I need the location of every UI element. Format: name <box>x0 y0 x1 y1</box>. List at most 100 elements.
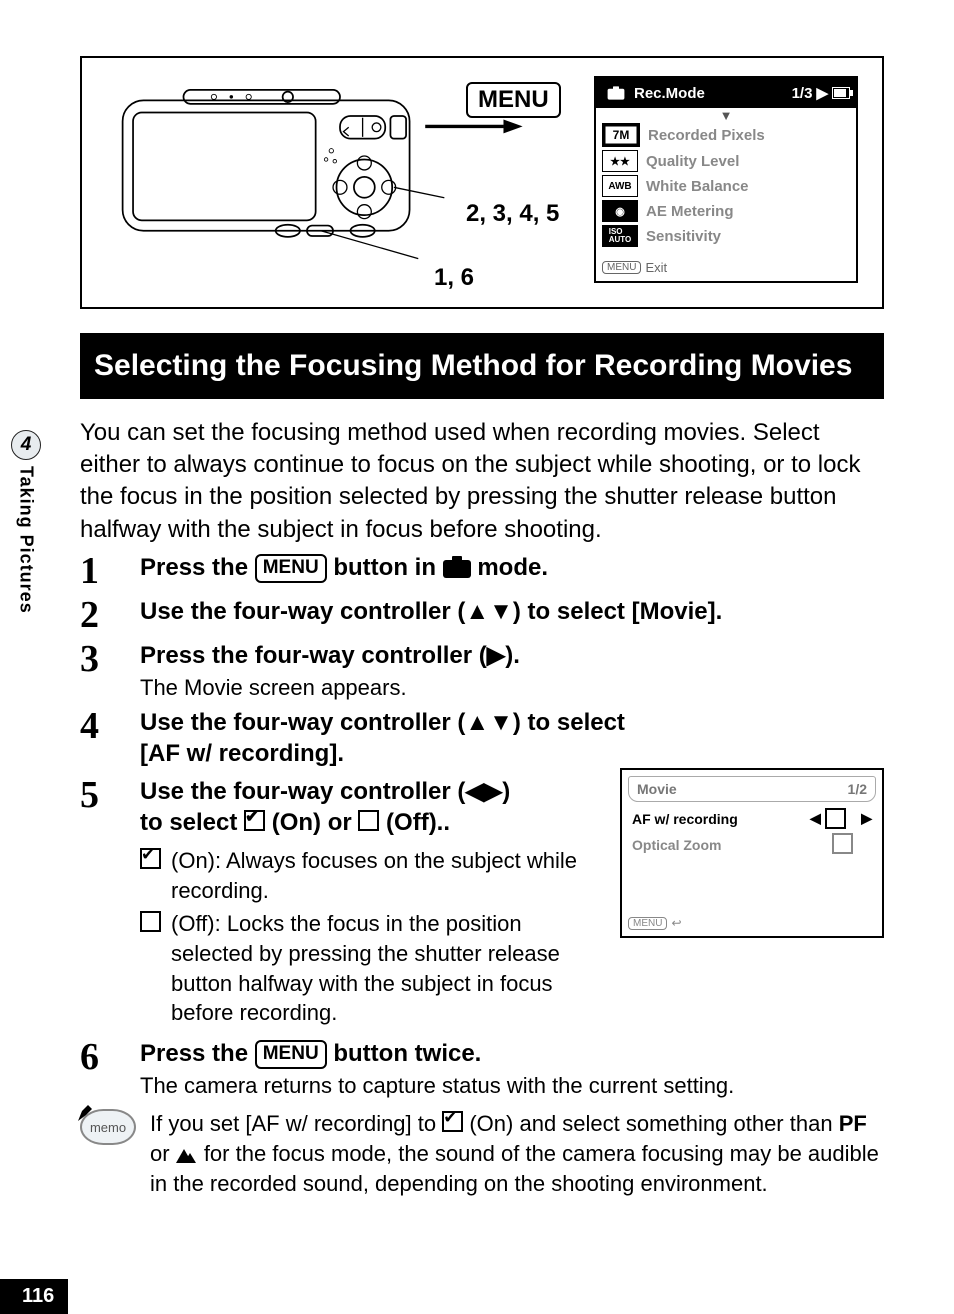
lcd-movie-titlebar: Movie 1/2 <box>628 776 876 802</box>
bullet-lead <box>140 909 161 1028</box>
left-arrow-icon: ◀ <box>810 810 821 827</box>
step-sub: The Movie screen appears. <box>140 675 884 701</box>
lcd-row: 7M Recorded Pixels <box>602 123 850 147</box>
lcd-row-icon: ◉ <box>602 200 638 222</box>
text: or <box>150 1141 176 1166</box>
step-number: 3 <box>80 640 116 678</box>
step: 6 Press the MENU button twice. The camer… <box>80 1038 884 1099</box>
text: to select <box>140 809 244 836</box>
step-number: 1 <box>80 552 116 590</box>
menu-badge-icon: MENU <box>628 917 667 930</box>
intro-paragraph: You can set the focusing method used whe… <box>80 417 884 547</box>
return-arrow-icon: ↩ <box>671 916 681 930</box>
lcd-row-icon: ISOAUTO <box>602 225 638 247</box>
step-number: 6 <box>80 1038 116 1076</box>
text: button in <box>333 554 442 581</box>
step: 3 Press the four-way controller (▶). The… <box>80 640 884 701</box>
checkbox-off-icon <box>825 808 846 829</box>
capture-mode-icon <box>443 556 471 578</box>
lcd-exit-label: Exit <box>645 260 667 275</box>
step: 4 Use the four-way controller (▲▼) to se… <box>80 707 884 769</box>
step-number: 4 <box>80 707 116 745</box>
step-title: Press the four-way controller (▶). <box>140 640 884 671</box>
step: 2 Use the four-way controller (▲▼) to se… <box>80 596 884 634</box>
text: (On) and select something other than <box>469 1111 838 1136</box>
lcd-movie-title: Movie <box>637 781 677 797</box>
lcd-movie-row: Optical Zoom <box>622 831 882 858</box>
menu-button-label: MENU <box>255 1040 327 1069</box>
step-title: Press the MENU button twice. <box>140 1038 884 1069</box>
lead-16: 1, 6 <box>434 264 474 292</box>
lcd-row-label: Recorded Pixels <box>648 127 765 144</box>
lcd-recmode-foot: MENU Exit <box>596 258 856 281</box>
lcd-row-label: Sensitivity <box>646 228 721 245</box>
text: for the focus mode, the sound of the cam… <box>150 1141 879 1196</box>
lcd-row: ◉ AE Metering <box>602 200 850 222</box>
down-arrow-icon: ▼ <box>602 112 850 120</box>
checkbox-off-icon <box>358 810 379 831</box>
text: Press the <box>140 1040 255 1067</box>
step: 1 Press the MENU button in mode. <box>80 552 884 590</box>
step-title: Use the four-way controller (▲▼) to sele… <box>140 596 884 627</box>
lcd-row-label: AE Metering <box>646 203 734 220</box>
mountain-icon <box>176 1146 198 1163</box>
menu-badge-icon: MENU <box>602 261 641 274</box>
lcd-row-label: White Balance <box>646 178 749 195</box>
checkbox-on-icon <box>442 1111 463 1132</box>
lead-2345: 2, 3, 4, 5 <box>466 200 559 228</box>
pf-label: PF <box>839 1111 867 1136</box>
step-title: Use the four-way controller (▲▼) to sele… <box>140 707 660 769</box>
top-diagram: MENU 2, 3, 4, 5 1, 6 Rec.Mode 1/3 ▶ <box>80 56 884 309</box>
lcd-recmode-page: 1/3 <box>792 85 813 102</box>
menu-button-callout: MENU <box>466 82 561 118</box>
section-heading: Selecting the Focusing Method for Record… <box>80 333 884 399</box>
page-number: 116 <box>0 1279 68 1314</box>
lcd-movie-foot: MENU ↩ <box>622 914 882 936</box>
lcd-row-icon: 7M <box>602 123 640 147</box>
step-title-line1: Use the four-way controller (◀▶) <box>140 776 600 807</box>
text: mode. <box>477 554 548 581</box>
lcd-row: ISOAUTO Sensitivity <box>602 225 850 247</box>
menu-button-label: MENU <box>255 554 327 583</box>
camera-diagram: MENU 2, 3, 4, 5 1, 6 <box>106 76 574 281</box>
text: (On) or <box>272 809 359 836</box>
text: Press the <box>140 554 255 581</box>
lcd-recmode-title: Rec.Mode <box>634 85 705 102</box>
memo-icon: memo <box>80 1109 136 1145</box>
lcd-movie-row-label: AF w/ recording <box>632 811 738 827</box>
right-arrow-icon: ▶ <box>816 84 828 102</box>
checkbox-on-icon <box>244 810 265 831</box>
lcd-row-icon: ★★ <box>602 150 638 172</box>
step-number: 2 <box>80 596 116 634</box>
lcd-row-label: Quality Level <box>646 153 739 170</box>
bullet-on-text: (On): Always focuses on the subject whil… <box>171 846 600 905</box>
text: button twice. <box>333 1040 481 1067</box>
pencil-icon <box>76 1101 96 1123</box>
text: (Off).. <box>386 809 450 836</box>
lcd-movie: Movie 1/2 AF w/ recording ◀ ▶ Optical Zo… <box>620 768 884 938</box>
bullet-lead <box>140 846 161 905</box>
right-arrow-icon: ▶ <box>861 810 872 827</box>
battery-icon <box>832 87 850 99</box>
lcd-movie-row-label: Optical Zoom <box>632 837 721 853</box>
lcd-movie-page: 1/2 <box>848 781 867 797</box>
step-sub: The camera returns to capture status wit… <box>140 1073 884 1099</box>
lcd-row: ★★ Quality Level <box>602 150 850 172</box>
lcd-camera-icon: Rec.Mode <box>602 82 705 104</box>
memo-text: If you set [AF w/ recording] to (On) and… <box>150 1109 884 1198</box>
lcd-row: AWB White Balance <box>602 175 850 197</box>
lcd-recmode: Rec.Mode 1/3 ▶ ▼ 7M Recorded Pixels <box>594 76 858 283</box>
text: If you set [AF w/ recording] to <box>150 1111 442 1136</box>
checkbox-off-icon <box>140 911 161 932</box>
lcd-movie-row: AF w/ recording ◀ ▶ <box>622 806 882 831</box>
memo-block: memo If you set [AF w/ recording] to (On… <box>80 1109 884 1198</box>
checkbox-on-icon <box>140 848 161 869</box>
checkbox-off-icon <box>832 833 853 854</box>
step-title-line2: to select (On) or (Off).. <box>140 807 600 838</box>
lcd-row-icon: AWB <box>602 175 638 197</box>
step-title: Press the MENU button in mode. <box>140 552 884 583</box>
step-number: 5 <box>80 776 116 814</box>
selector-icons: ◀ ▶ <box>810 808 872 829</box>
bullet-off-text: (Off): Locks the focus in the position s… <box>171 909 600 1028</box>
lcd-recmode-titlebar: Rec.Mode 1/3 ▶ <box>596 78 856 108</box>
